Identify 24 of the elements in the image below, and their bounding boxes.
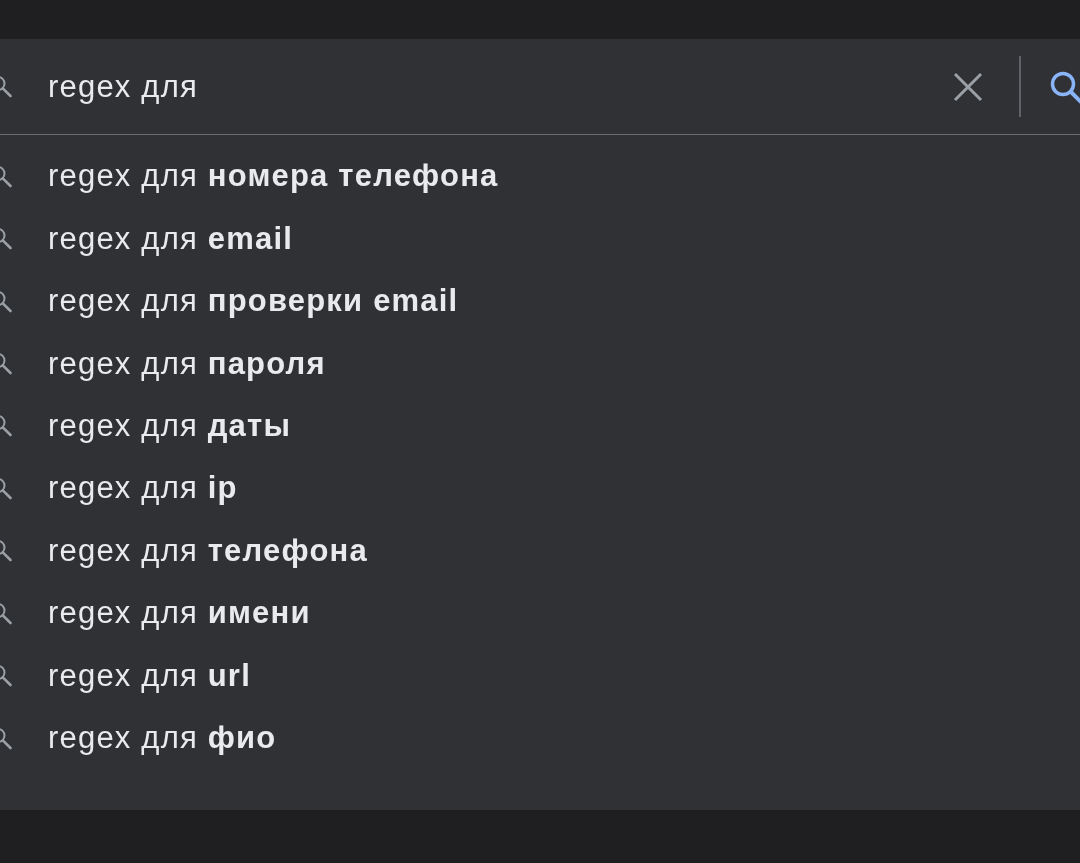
suggestion-item[interactable]: regex для проверки email bbox=[0, 269, 459, 333]
search-icon bbox=[0, 288, 12, 314]
search-icon bbox=[0, 413, 12, 439]
suggestion-item[interactable]: regex для ip bbox=[0, 457, 238, 520]
search-field[interactable]: regex для bbox=[48, 65, 953, 108]
suggestion-item[interactable]: regex для телефона bbox=[0, 519, 368, 583]
search-icon bbox=[0, 725, 12, 751]
suggestion-item[interactable]: regex для имени bbox=[0, 582, 311, 645]
search-icon bbox=[0, 163, 12, 189]
clear-icon[interactable] bbox=[953, 71, 983, 102]
suggestion-item[interactable]: regex для даты bbox=[0, 394, 292, 458]
search-icon bbox=[0, 74, 12, 99]
search-icon bbox=[0, 226, 12, 252]
suggestion-item[interactable]: regex для email bbox=[0, 207, 293, 270]
search-icon bbox=[0, 475, 12, 501]
suggestion-item[interactable]: regex для пароля bbox=[0, 332, 326, 395]
search-icon bbox=[0, 600, 12, 626]
suggestion-item[interactable]: regex для url bbox=[0, 644, 251, 707]
search-icon[interactable] bbox=[1050, 69, 1080, 104]
search-icon bbox=[0, 351, 12, 377]
search-icon bbox=[0, 663, 12, 689]
suggestion-item[interactable]: regex для фио bbox=[0, 706, 277, 770]
search-icon bbox=[0, 538, 12, 564]
suggestion-item[interactable]: regex для номера телефона bbox=[0, 145, 499, 208]
